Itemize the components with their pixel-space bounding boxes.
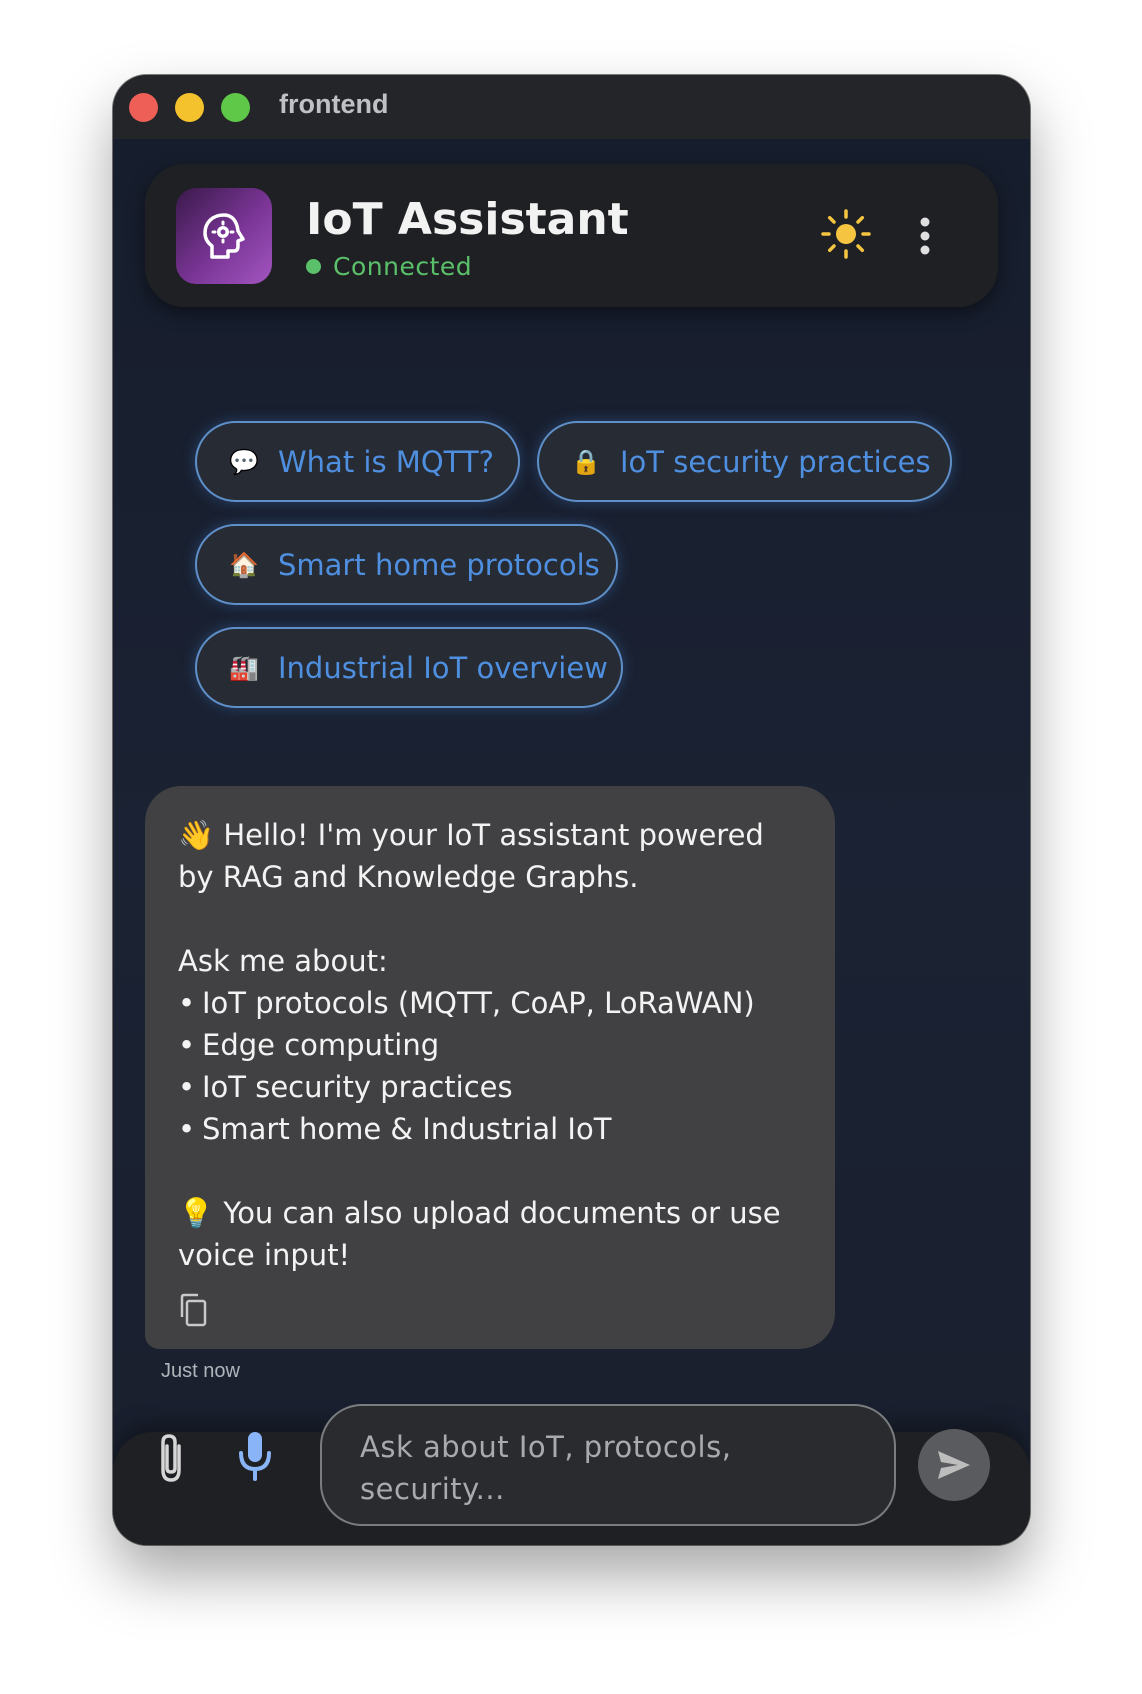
microphone-icon[interactable] — [235, 1429, 275, 1483]
message-input[interactable]: Ask about IoT, protocols, security... — [320, 1404, 896, 1526]
suggestion-label: Industrial IoT overview — [278, 650, 608, 685]
suggestion-chip-smart-home[interactable]: 🏠 Smart home protocols — [195, 524, 618, 605]
house-icon: 🏠 — [229, 550, 259, 579]
brain-gear-icon — [203, 213, 245, 259]
suggestion-label: IoT security practices — [620, 444, 931, 479]
close-window-button[interactable] — [129, 93, 158, 122]
assistant-message: 👋 Hello! I'm your IoT assistant powered … — [145, 786, 835, 1349]
message-tip: 💡 You can also upload documents or use v… — [178, 1196, 781, 1272]
sun-icon[interactable] — [821, 209, 871, 259]
chat-content: IoT Assistant Connected 💬 What is MQTT? … — [113, 139, 1030, 1545]
speech-bubble-icon: 💬 — [229, 447, 259, 476]
copy-icon[interactable] — [178, 1293, 208, 1327]
app-title: IoT Assistant — [306, 194, 629, 245]
connection-status: Connected — [306, 252, 472, 281]
list-item: • IoT protocols (MQTT, CoAP, LoRaWAN) — [178, 986, 755, 1020]
suggestion-chip-industrial[interactable]: 🏭 Industrial IoT overview — [195, 627, 623, 708]
list-item: • IoT security practices — [178, 1070, 513, 1104]
factory-icon: 🏭 — [229, 653, 259, 682]
list-item: • Edge computing — [178, 1028, 440, 1062]
suggestion-chip-mqtt[interactable]: 💬 What is MQTT? — [195, 421, 520, 502]
send-icon — [938, 1451, 970, 1479]
more-vertical-icon[interactable] — [915, 216, 935, 256]
message-timestamp: Just now — [161, 1360, 240, 1382]
status-dot-icon — [306, 259, 321, 274]
title-bar: frontend — [113, 75, 1030, 139]
lock-icon: 🔒 — [571, 447, 601, 476]
suggestion-label: What is MQTT? — [278, 444, 494, 479]
message-intro: 👋 Hello! I'm your IoT assistant powered … — [178, 818, 764, 894]
suggestion-label: Smart home protocols — [278, 547, 600, 582]
window-title: frontend — [279, 89, 389, 119]
list-item: • Smart home & Industrial IoT — [178, 1112, 612, 1146]
suggestion-chip-security[interactable]: 🔒 IoT security practices — [537, 421, 952, 502]
paperclip-icon[interactable] — [153, 1432, 189, 1484]
app-window: frontend IoT Assistant Connected 💬 What … — [113, 75, 1030, 1545]
message-ask: Ask me about: — [178, 944, 388, 978]
minimize-window-button[interactable] — [175, 93, 204, 122]
connection-status-label: Connected — [333, 252, 473, 281]
zoom-window-button[interactable] — [221, 93, 250, 122]
chat-header: IoT Assistant Connected — [145, 164, 998, 307]
send-button[interactable] — [918, 1429, 990, 1501]
app-logo — [176, 188, 272, 284]
